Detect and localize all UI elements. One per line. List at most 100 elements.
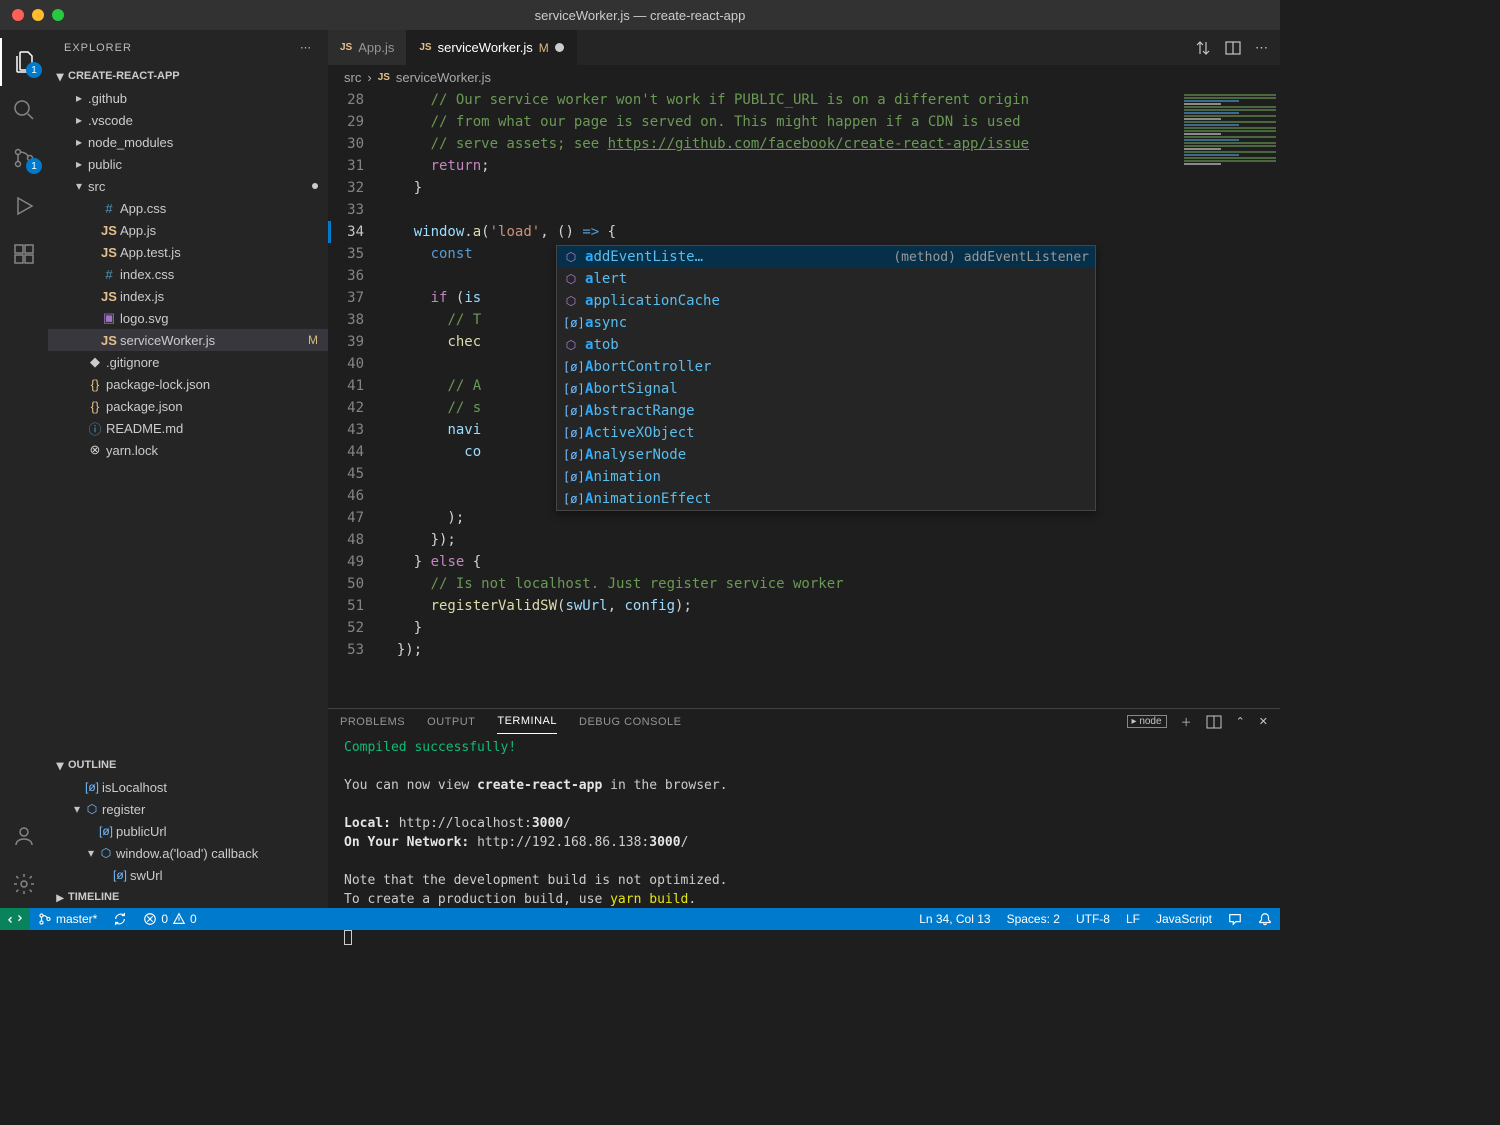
tree-file[interactable]: ▣logo.svg xyxy=(48,307,328,329)
tab-serviceworker-js[interactable]: JS serviceWorker.js M xyxy=(407,30,576,65)
current-line-indicator xyxy=(328,221,331,243)
suggest-item[interactable]: [ø]AnimationEffect xyxy=(557,488,1095,510)
terminal-shell-label[interactable]: ▸ node xyxy=(1127,715,1167,728)
outline-label: window.a('load') callback xyxy=(116,846,258,861)
outline-item[interactable]: [ø]publicUrl xyxy=(48,820,328,842)
tree-file[interactable]: JSserviceWorker.jsM xyxy=(48,329,328,351)
symbol-icon: ⬡ xyxy=(84,802,100,816)
activity-search[interactable] xyxy=(0,86,48,134)
tree-folder[interactable]: ▸node_modules xyxy=(48,131,328,153)
tree-folder[interactable]: ▸.vscode xyxy=(48,109,328,131)
activity-account[interactable] xyxy=(0,812,48,860)
tree-file[interactable]: ◆.gitignore xyxy=(48,351,328,373)
tree-label: index.js xyxy=(120,289,164,304)
chevron-down-icon: ▾ xyxy=(52,757,68,774)
tree-label: package.json xyxy=(106,399,183,414)
suggest-item[interactable]: ⬡addEventListe…(method) addEventListener xyxy=(557,246,1095,268)
code-content[interactable]: // Our service worker won't work if PUBL… xyxy=(380,89,1180,708)
section-project[interactable]: ▾ CREATE-REACT-APP xyxy=(48,65,328,87)
suggest-kind-icon: [ø] xyxy=(563,360,579,374)
outline-label: register xyxy=(102,802,145,817)
tree-file[interactable]: #index.css xyxy=(48,263,328,285)
terminal-cursor xyxy=(344,930,352,945)
minimize-window[interactable] xyxy=(32,9,44,21)
activity-extensions[interactable] xyxy=(0,230,48,278)
activity-scm[interactable]: 1 xyxy=(0,134,48,182)
section-outline[interactable]: ▾ OUTLINE xyxy=(48,754,328,776)
suggest-item[interactable]: [ø]AbstractRange xyxy=(557,400,1095,422)
tree-folder[interactable]: ▾src xyxy=(48,175,328,197)
breadcrumb-item[interactable]: src xyxy=(344,70,361,85)
tree-file[interactable]: JSApp.js xyxy=(48,219,328,241)
outline-item[interactable]: ▾⬡window.a('load') callback xyxy=(48,842,328,864)
tree-file[interactable]: JSApp.test.js xyxy=(48,241,328,263)
activity-explorer[interactable]: 1 xyxy=(0,38,48,86)
activity-settings[interactable] xyxy=(0,860,48,908)
chevron-right-icon: › xyxy=(367,70,371,85)
new-terminal-icon[interactable]: ＋ xyxy=(1181,714,1192,730)
compare-icon[interactable] xyxy=(1195,40,1211,56)
intellisense-suggest[interactable]: ⬡addEventListe…(method) addEventListener… xyxy=(556,245,1096,511)
suggest-item[interactable]: [ø]AbortSignal xyxy=(557,378,1095,400)
breadcrumb-item[interactable]: serviceWorker.js xyxy=(396,70,491,85)
tab-app-js[interactable]: JS App.js xyxy=(328,30,407,65)
activity-bar: 1 1 xyxy=(0,30,48,908)
git-branch-icon xyxy=(38,912,52,926)
suggest-item[interactable]: ⬡alert xyxy=(557,268,1095,290)
code-editor[interactable]: 2829303132333435363738394041424344454647… xyxy=(328,89,1280,708)
tree-label: node_modules xyxy=(88,135,173,150)
tree-file[interactable]: JSindex.js xyxy=(48,285,328,307)
project-name: CREATE-REACT-APP xyxy=(68,70,180,82)
tree-label: public xyxy=(88,157,122,172)
git-status: M xyxy=(539,41,549,55)
section-timeline[interactable]: ▸ TIMELINE xyxy=(48,886,328,908)
terminal-output[interactable]: Compiled successfully! You can now view … xyxy=(328,734,1280,951)
suggest-item[interactable]: [ø]async xyxy=(557,312,1095,334)
suggest-item[interactable]: [ø]AnalyserNode xyxy=(557,444,1095,466)
suggest-item[interactable]: ⬡atob xyxy=(557,334,1095,356)
tree-file[interactable]: {}package.json xyxy=(48,395,328,417)
suggest-item[interactable]: ⬡applicationCache xyxy=(557,290,1095,312)
tree-label: package-lock.json xyxy=(106,377,210,392)
panel-tab-problems[interactable]: PROBLEMS xyxy=(340,710,405,734)
minimap[interactable] xyxy=(1180,89,1280,708)
tab-label: serviceWorker.js xyxy=(438,40,533,55)
status-branch[interactable]: master* xyxy=(30,908,105,930)
sidebar: EXPLORER ⋯ ▾ CREATE-REACT-APP ▸.github▸.… xyxy=(48,30,328,908)
tree-folder[interactable]: ▸public xyxy=(48,153,328,175)
tree-file[interactable]: ⊗yarn.lock xyxy=(48,439,328,461)
tab-label: App.js xyxy=(358,40,394,55)
remote-indicator[interactable] xyxy=(0,908,30,930)
suggest-item[interactable]: [ø]Animation xyxy=(557,466,1095,488)
status-sync[interactable] xyxy=(105,908,135,930)
suggest-item[interactable]: [ø]ActiveXObject xyxy=(557,422,1095,444)
suggest-item[interactable]: [ø]AbortController xyxy=(557,356,1095,378)
panel-tab-terminal[interactable]: TERMINAL xyxy=(497,709,557,734)
close-window[interactable] xyxy=(12,9,24,21)
maximize-panel-icon[interactable]: ⌃ xyxy=(1236,715,1245,728)
timeline-title: TIMELINE xyxy=(68,891,119,903)
file-icon: ▣ xyxy=(100,310,118,326)
panel-tab-debug-console[interactable]: DEBUG CONSOLE xyxy=(579,710,681,734)
outline-item[interactable]: [ø]isLocalhost xyxy=(48,776,328,798)
panel-tab-output[interactable]: OUTPUT xyxy=(427,710,475,734)
tree-file[interactable]: ⓘREADME.md xyxy=(48,417,328,439)
tree-file[interactable]: #App.css xyxy=(48,197,328,219)
breadcrumb[interactable]: src › JS serviceWorker.js xyxy=(328,65,1280,89)
outline-item[interactable]: ▾⬡register xyxy=(48,798,328,820)
file-icon: JS xyxy=(100,245,118,260)
close-panel-icon[interactable]: ✕ xyxy=(1259,715,1268,728)
file-icon: # xyxy=(100,267,118,282)
activity-debug[interactable] xyxy=(0,182,48,230)
tree-file[interactable]: {}package-lock.json xyxy=(48,373,328,395)
tree-folder[interactable]: ▸.github xyxy=(48,87,328,109)
outline-item[interactable]: [ø]swUrl xyxy=(48,864,328,886)
sidebar-more-icon[interactable]: ⋯ xyxy=(300,41,312,54)
more-icon[interactable]: ⋯ xyxy=(1255,40,1268,56)
split-editor-icon[interactable] xyxy=(1225,40,1241,56)
outline-title: OUTLINE xyxy=(68,759,116,771)
split-terminal-icon[interactable] xyxy=(1206,714,1222,730)
zoom-window[interactable] xyxy=(52,9,64,21)
status-problems[interactable]: 0 0 xyxy=(135,908,204,930)
tree-label: README.md xyxy=(106,421,183,436)
